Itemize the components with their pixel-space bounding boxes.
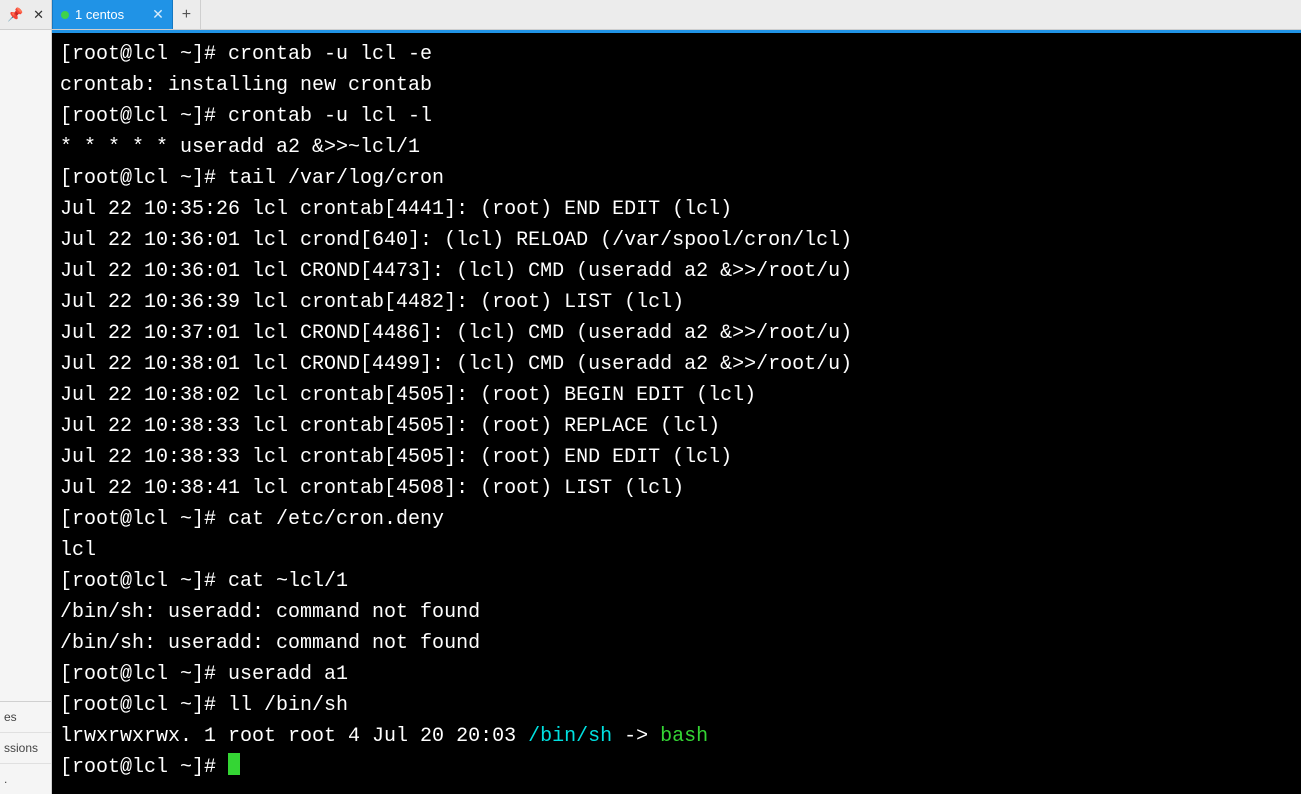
left-sidebar: es ssions . [0,30,52,794]
terminal-text: Jul 22 10:36:01 lcl CROND[4473]: (lcl) C… [60,260,852,283]
tab-close-icon[interactable]: ✕ [152,6,164,23]
terminal-text: crontab: installing new crontab [60,74,432,97]
terminal-text: [root@lcl ~]# crontab -u lcl -e [60,43,432,66]
terminal-line: Jul 22 10:37:01 lcl CROND[4486]: (lcl) C… [60,318,1293,349]
tab-session-1[interactable]: 1 centos ✕ [52,0,173,29]
terminal-output[interactable]: [root@lcl ~]# crontab -u lcl -e crontab: … [52,33,1301,783]
terminal-text: -> [612,725,660,748]
terminal-line: lrwxrwxrwx. 1 root root 4 Jul 20 20:03 /… [60,721,1293,752]
terminal-text: Jul 22 10:35:26 lcl crontab[4441]: (root… [60,198,732,221]
new-tab-button[interactable]: + [173,0,201,29]
terminal-line: Jul 22 10:35:26 lcl crontab[4441]: (root… [60,194,1293,225]
terminal-text: /bin/sh: useradd: command not found [60,632,480,655]
terminal-text: [root@lcl ~]# ll /bin/sh [60,694,348,717]
terminal-line: Jul 22 10:36:01 lcl CROND[4473]: (lcl) C… [60,256,1293,287]
terminal-text: [root@lcl ~]# [60,756,228,779]
terminal-text: [root@lcl ~]# crontab -u lcl -l [60,105,432,128]
terminal-text: Jul 22 10:38:02 lcl crontab[4505]: (root… [60,384,756,407]
terminal-text: Jul 22 10:38:01 lcl CROND[4499]: (lcl) C… [60,353,852,376]
tabbar-left-toolbar: 📌 ✕ [0,0,52,29]
terminal-text: /bin/sh [528,725,612,748]
terminal-text: /bin/sh: useradd: command not found [60,601,480,624]
terminal-line: Jul 22 10:38:33 lcl crontab[4505]: (root… [60,442,1293,473]
terminal-line: Jul 22 10:38:01 lcl CROND[4499]: (lcl) C… [60,349,1293,380]
terminal-line: [root@lcl ~]# cat /etc/cron.deny [60,504,1293,535]
terminal-line: * * * * * useradd a2 &>>~lcl/1 [60,132,1293,163]
terminal-text: Jul 22 10:36:01 lcl crond[640]: (lcl) RE… [60,229,852,252]
terminal-line: Jul 22 10:38:02 lcl crontab[4505]: (root… [60,380,1293,411]
terminal-line: Jul 22 10:38:41 lcl crontab[4508]: (root… [60,473,1293,504]
terminal-line: /bin/sh: useradd: command not found [60,597,1293,628]
terminal-line: Jul 22 10:38:33 lcl crontab[4505]: (root… [60,411,1293,442]
terminal-text: [root@lcl ~]# useradd a1 [60,663,348,686]
pin-icon[interactable]: 📌 [7,7,23,23]
close-panel-icon[interactable]: ✕ [33,7,44,23]
terminal-text: Jul 22 10:37:01 lcl CROND[4486]: (lcl) C… [60,322,852,345]
terminal-text: * * * * * useradd a2 &>>~lcl/1 [60,136,420,159]
sidebar-item[interactable]: ssions [0,732,51,763]
terminal-text: lcl [60,539,96,562]
terminal-text: lrwxrwxrwx. 1 root root 4 Jul 20 20:03 [60,725,528,748]
terminal-line: [root@lcl ~]# crontab -u lcl -l [60,101,1293,132]
terminal-line: [root@lcl ~]# useradd a1 [60,659,1293,690]
terminal-line: [root@lcl ~]# [60,752,1293,783]
terminal-text: Jul 22 10:38:33 lcl crontab[4505]: (root… [60,415,720,438]
terminal-line: [root@lcl ~]# tail /var/log/cron [60,163,1293,194]
terminal-line: crontab: installing new crontab [60,70,1293,101]
terminal-line: [root@lcl ~]# cat ~lcl/1 [60,566,1293,597]
terminal-line: Jul 22 10:36:01 lcl crond[640]: (lcl) RE… [60,225,1293,256]
main-area: es ssions . [root@lcl ~]# crontab -u lcl… [0,30,1301,794]
sidebar-bottom: es ssions . [0,701,51,794]
terminal-line: lcl [60,535,1293,566]
terminal-text: bash [660,725,708,748]
sidebar-top [0,30,51,701]
terminal-line: [root@lcl ~]# crontab -u lcl -e [60,39,1293,70]
terminal-text: Jul 22 10:38:41 lcl crontab[4508]: (root… [60,477,684,500]
terminal-text: [root@lcl ~]# cat /etc/cron.deny [60,508,456,531]
terminal-line: /bin/sh: useradd: command not found [60,628,1293,659]
terminal-line: Jul 22 10:36:39 lcl crontab[4482]: (root… [60,287,1293,318]
sidebar-item[interactable]: . [0,763,51,794]
terminal-cursor [228,753,240,775]
sidebar-item[interactable]: es [0,702,51,732]
terminal-pane[interactable]: [root@lcl ~]# crontab -u lcl -e crontab: … [52,30,1301,794]
status-dot-connected-icon [61,11,69,19]
terminal-text: [root@lcl ~]# cat ~lcl/1 [60,570,348,593]
terminal-line: [root@lcl ~]# ll /bin/sh [60,690,1293,721]
terminal-text: [root@lcl ~]# tail /var/log/cron [60,167,444,190]
terminal-text: Jul 22 10:38:33 lcl crontab[4505]: (root… [60,446,732,469]
tab-label: 1 centos [75,7,124,22]
terminal-text: Jul 22 10:36:39 lcl crontab[4482]: (root… [60,291,684,314]
tab-bar: 📌 ✕ 1 centos ✕ + [0,0,1301,30]
